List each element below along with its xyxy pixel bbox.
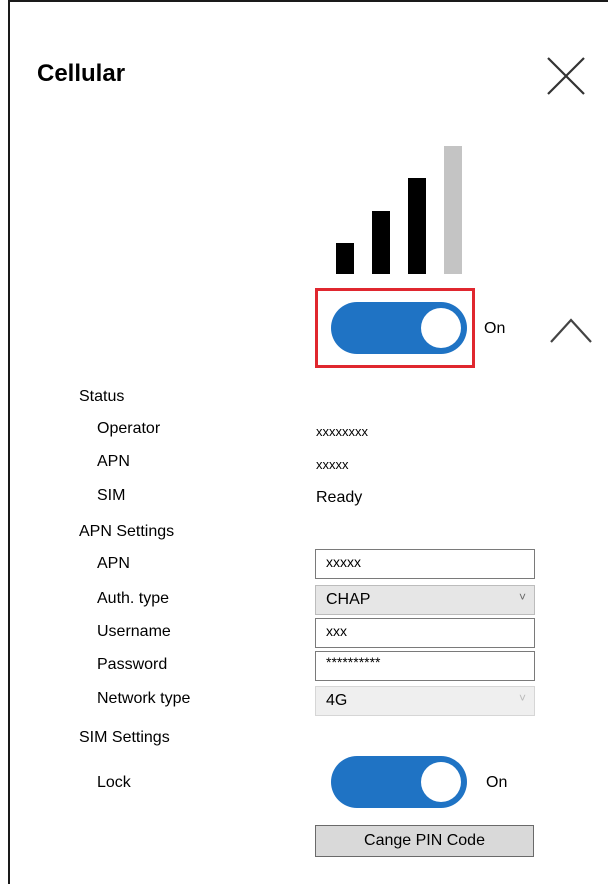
- page-title: Cellular: [37, 60, 126, 87]
- signal-bar: [408, 178, 426, 274]
- chevron-up-icon: [550, 318, 592, 343]
- lock-label: Lock: [97, 774, 131, 791]
- cellular-toggle-state: On: [484, 320, 506, 337]
- operator-label: Operator: [97, 420, 161, 437]
- signal-strength-icon: [336, 146, 464, 274]
- password-input[interactable]: **********: [315, 651, 535, 681]
- window-frame: [8, 0, 608, 884]
- apn-input-value: xxxxx: [326, 554, 361, 570]
- signal-bar: [372, 211, 390, 274]
- network-type-select[interactable]: 4G ˅: [315, 686, 535, 716]
- change-pin-button[interactable]: Cange PIN Code: [315, 825, 534, 857]
- apn-label: APN: [97, 555, 130, 572]
- status-apn-value: xxxxx: [316, 457, 349, 472]
- network-type-label: Network type: [97, 690, 191, 707]
- signal-bar: [336, 243, 354, 274]
- auth-type-select[interactable]: CHAP ˅: [315, 585, 535, 615]
- status-apn-label: APN: [97, 453, 130, 470]
- password-label: Password: [97, 656, 168, 673]
- sim-lock-toggle[interactable]: [331, 756, 467, 808]
- collapse-button[interactable]: [549, 312, 593, 346]
- username-input[interactable]: xxx: [315, 618, 535, 648]
- auth-type-label: Auth. type: [97, 590, 170, 607]
- network-type-value: 4G: [326, 692, 348, 709]
- highlight-box: [315, 288, 475, 368]
- toggle-knob: [421, 762, 461, 802]
- apn-input[interactable]: xxxxx: [315, 549, 535, 579]
- close-icon: [547, 57, 585, 95]
- auth-type-value: CHAP: [326, 591, 371, 608]
- sim-status-value: Ready: [316, 489, 363, 506]
- close-button[interactable]: [546, 56, 586, 96]
- username-label: Username: [97, 623, 171, 640]
- signal-bar: [444, 146, 462, 274]
- apn-settings-heading: APN Settings: [79, 523, 175, 540]
- chevron-down-icon: ˅: [518, 590, 526, 604]
- sim-lock-state: On: [486, 774, 508, 791]
- username-input-value: xxx: [326, 623, 347, 639]
- sim-label: SIM: [97, 487, 126, 504]
- sim-settings-heading: SIM Settings: [79, 729, 170, 746]
- operator-value: xxxxxxxx: [316, 424, 368, 439]
- password-input-value: **********: [326, 654, 381, 670]
- chevron-down-icon: ˅: [518, 691, 526, 705]
- status-heading: Status: [79, 388, 125, 405]
